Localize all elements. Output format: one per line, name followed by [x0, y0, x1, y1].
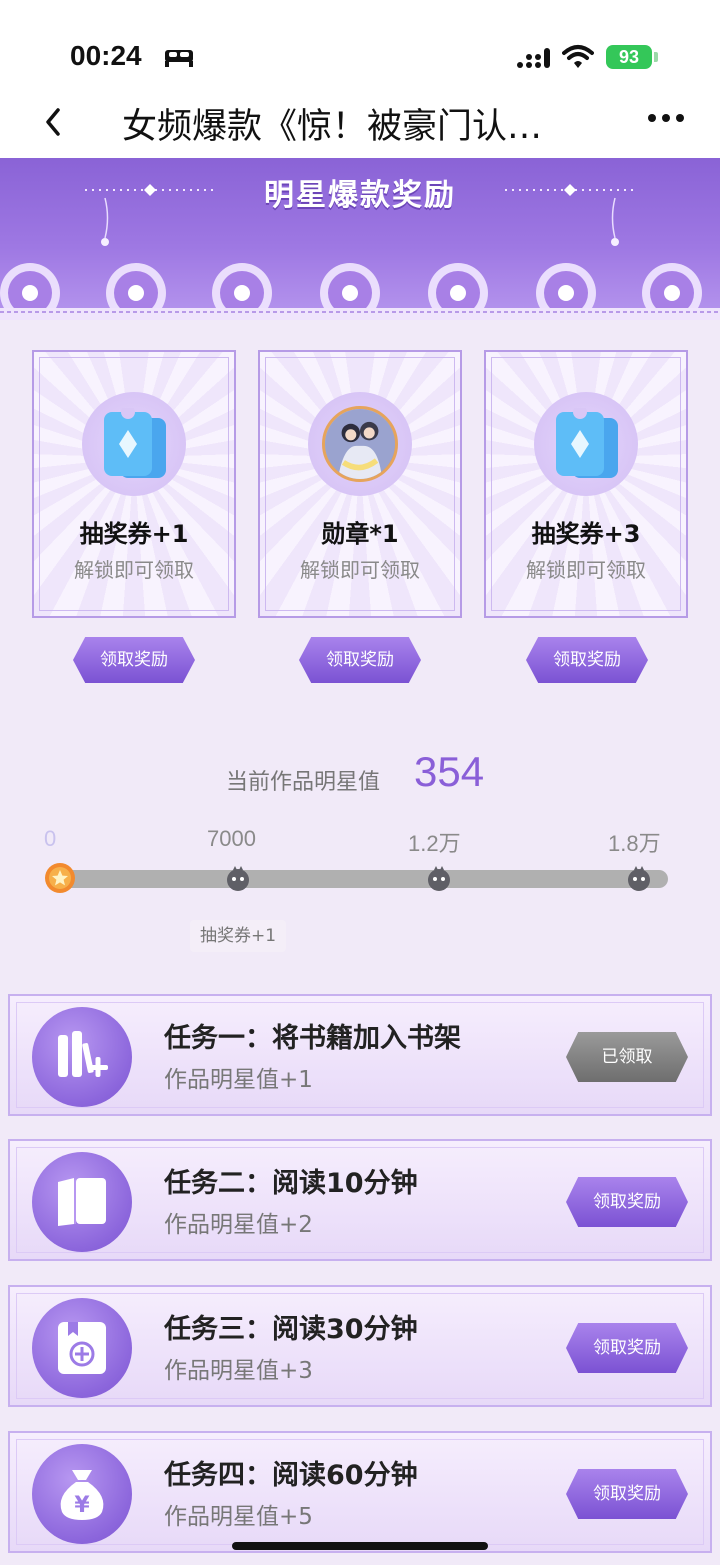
reward-subtitle: 解锁即可领取	[74, 558, 194, 582]
ticket-icon	[556, 408, 618, 478]
reward-title: 抽奖券+3	[531, 520, 641, 548]
claim-reward-button[interactable]: 领取奖励	[566, 1469, 688, 1519]
medal-avatar	[322, 406, 398, 482]
claim-reward-button[interactable]: 领取奖励	[526, 637, 648, 683]
star-start-icon	[45, 863, 75, 893]
task-icon-circle	[32, 1152, 132, 1252]
reward-banner: 明星爆款奖励	[0, 158, 720, 320]
progress-tick-label: 7000	[207, 826, 256, 851]
task-icon-circle	[32, 1007, 132, 1107]
nav-bar: 女频爆款《惊！被豪门认…	[0, 88, 720, 158]
milestone-reward-tag: 抽奖券+1	[190, 920, 286, 952]
task-card: 任务一：将书籍加入书架 作品明星值+1 已领取	[8, 994, 712, 1116]
claim-reward-button[interactable]: 领取奖励	[299, 637, 421, 683]
back-arrow-icon[interactable]	[38, 102, 68, 142]
battery-cap	[654, 52, 658, 62]
battery-level: 93	[618, 46, 640, 67]
task-card: 任务二：阅读10分钟 作品明星值+2 领取奖励	[8, 1139, 712, 1261]
sleep-mode-icon	[165, 50, 193, 67]
bookshelf-add-icon	[58, 1031, 108, 1077]
reward-card: 抽奖券+3 解锁即可领取	[484, 350, 688, 618]
reward-card: 抽奖券+1 解锁即可领取	[32, 350, 236, 618]
status-bar: 00:24 93	[0, 0, 720, 88]
claim-reward-button[interactable]: 领取奖励	[566, 1323, 688, 1373]
task-card: 任务三：阅读30分钟 作品明星值+3 领取奖励	[8, 1285, 712, 1407]
claim-reward-button[interactable]: 领取奖励	[566, 1177, 688, 1227]
star-value-number: 354	[414, 748, 485, 795]
book-plus-icon	[58, 1322, 106, 1374]
task-icon-circle: ¥	[32, 1444, 132, 1544]
task-card: ¥ 任务四：阅读60分钟 作品明星值+5 领取奖励	[8, 1431, 712, 1553]
task-title: 任务四：阅读60分钟	[164, 1460, 418, 1491]
progress-tick-label: 1.2万	[408, 831, 461, 856]
progress-tick-label: 0	[44, 826, 57, 851]
progress-tick-label: 1.8万	[608, 831, 661, 856]
task-subtitle: 作品明星值+2	[164, 1212, 313, 1238]
wifi-icon	[562, 45, 594, 68]
task-subtitle: 作品明星值+1	[164, 1067, 313, 1093]
claim-reward-button[interactable]: 领取奖励	[73, 637, 195, 683]
milestone-node-icon	[428, 866, 450, 891]
cellular-signal-icon	[517, 48, 550, 68]
status-time: 00:24	[70, 40, 142, 71]
task-title: 任务一：将书籍加入书架	[164, 1023, 461, 1054]
banner-title: 明星爆款奖励	[264, 178, 456, 213]
home-indicator	[232, 1542, 488, 1550]
task-subtitle: 作品明星值+5	[164, 1504, 313, 1530]
money-bag-icon: ¥	[60, 1470, 104, 1520]
milestone-node-icon	[628, 866, 650, 891]
page-title: 女频爆款《惊！被豪门认…	[122, 107, 543, 147]
star-value-label: 当前作品明星值	[226, 770, 381, 795]
task-subtitle: 作品明星值+3	[164, 1358, 313, 1384]
svg-text:¥: ¥	[74, 1493, 90, 1518]
task-title: 任务三：阅读30分钟	[164, 1314, 418, 1345]
task-icon-circle	[32, 1298, 132, 1398]
reward-subtitle: 解锁即可领取	[526, 558, 646, 582]
reward-title: 抽奖券+1	[79, 520, 189, 548]
open-book-icon	[58, 1178, 106, 1226]
reward-title: 勋章*1	[321, 520, 399, 548]
progress-track	[50, 870, 668, 888]
reward-card: 勋章*1 解锁即可领取	[258, 350, 462, 618]
battery-indicator: 93	[606, 45, 652, 69]
task-title: 任务二：阅读10分钟	[164, 1168, 418, 1199]
more-options-icon[interactable]	[646, 112, 686, 124]
ticket-icon	[104, 408, 166, 478]
reward-subtitle: 解锁即可领取	[300, 558, 420, 582]
milestone-node-icon	[227, 866, 249, 891]
claimed-button[interactable]: 已领取	[566, 1032, 688, 1082]
